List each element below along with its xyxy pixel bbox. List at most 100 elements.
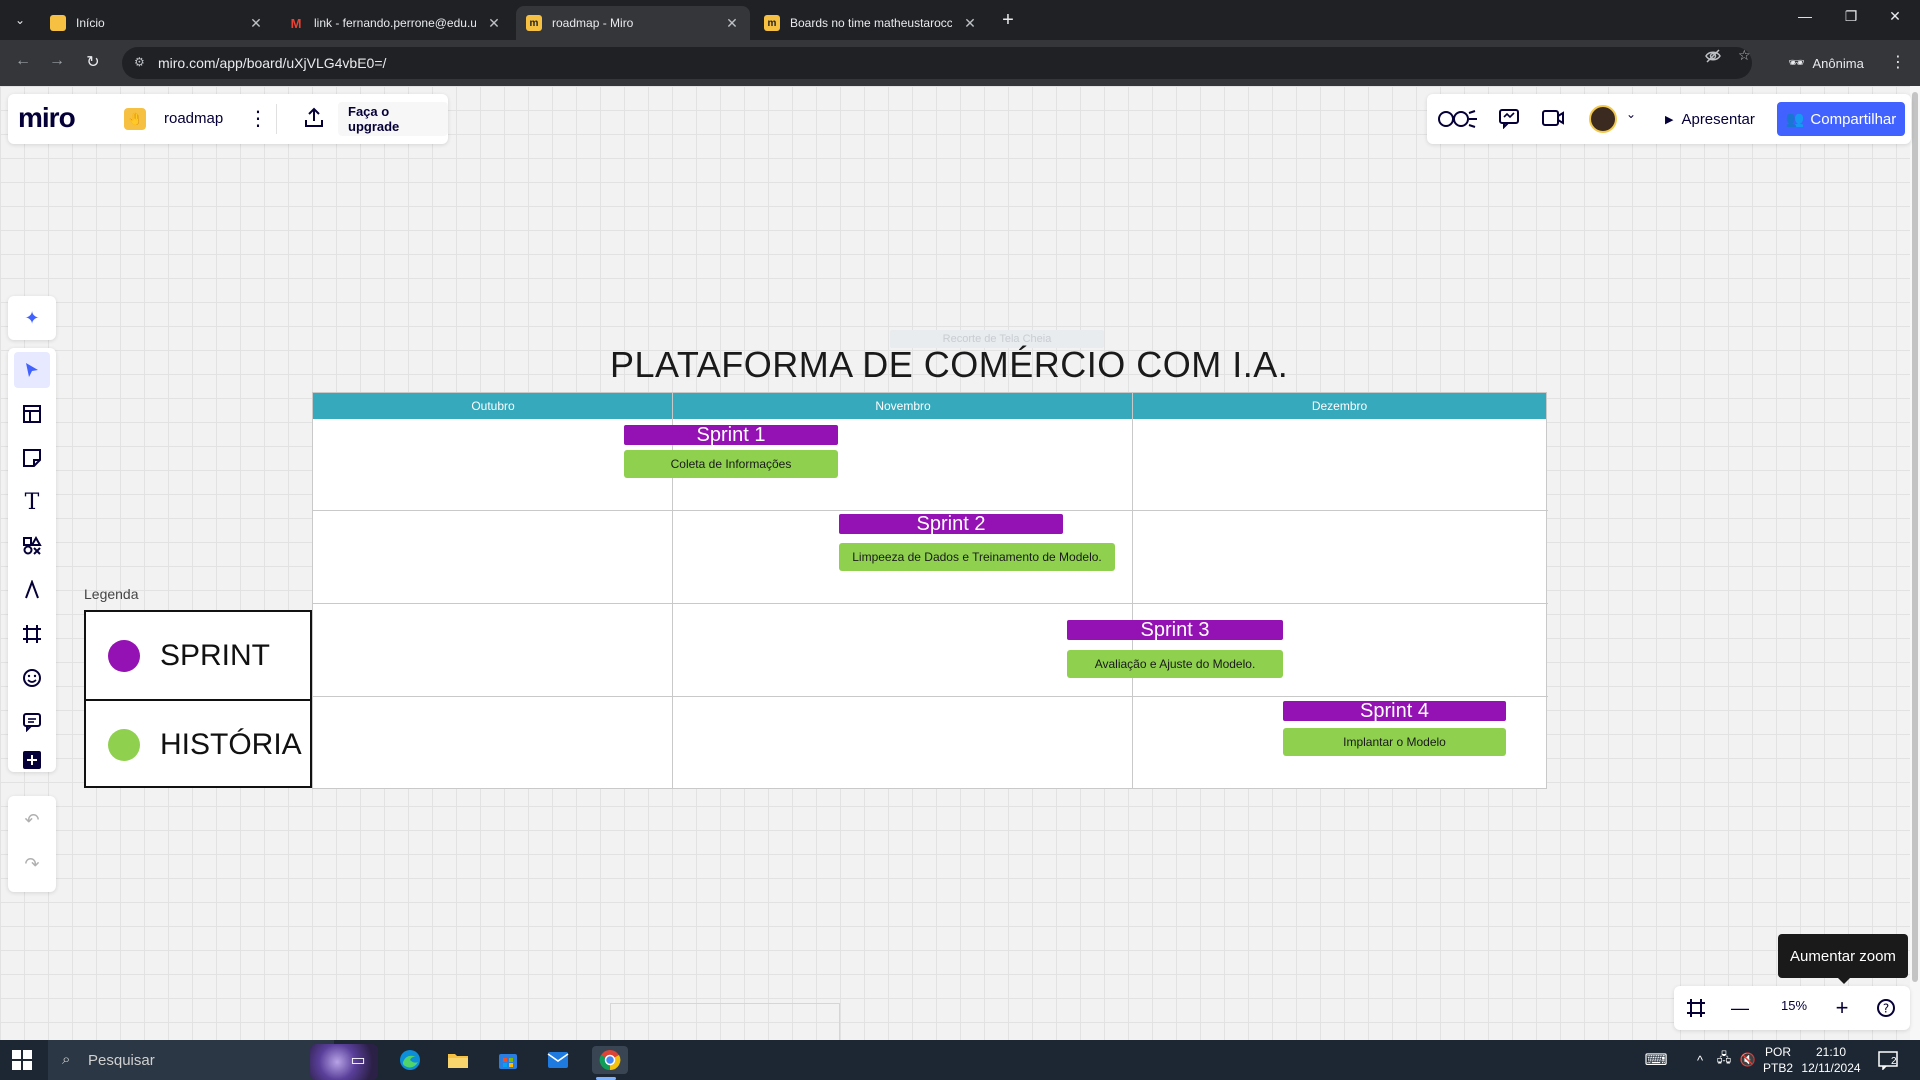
edge-icon[interactable]	[396, 1046, 424, 1074]
system-clock[interactable]: 21:10 12/11/2024	[1800, 1044, 1862, 1076]
clock-date: 12/11/2024	[1801, 1061, 1861, 1075]
divider	[276, 104, 277, 134]
column-header-novembro[interactable]: Novembro	[673, 393, 1133, 419]
avatar[interactable]	[1589, 105, 1617, 133]
story-1-card[interactable]: Coleta de Informações	[624, 450, 838, 478]
board-title[interactable]: PLATAFORMA DE COMÉRCIO COM I.A.	[610, 344, 1288, 386]
zoom-in-icon[interactable]: +	[1828, 994, 1856, 1022]
scrollbar-thumb[interactable]	[1912, 92, 1918, 982]
shapes-icon[interactable]	[14, 528, 50, 564]
close-tab-icon[interactable]: ✕	[724, 15, 740, 32]
legend-title[interactable]: Legenda	[84, 586, 139, 602]
miro-favicon-icon	[50, 15, 66, 31]
pen-icon[interactable]	[14, 572, 50, 608]
select-cursor-icon[interactable]	[14, 352, 50, 388]
tab-roadmap-miro[interactable]: m roadmap - Miro ✕	[516, 6, 750, 40]
browser-menu-icon[interactable]: ⋮	[1890, 52, 1906, 72]
board-menu-icon[interactable]: ⋮	[248, 106, 268, 131]
zoom-out-icon[interactable]: —	[1726, 994, 1754, 1022]
restore-icon[interactable]: ❐	[1836, 8, 1866, 25]
users-icon: 👥	[1785, 111, 1805, 128]
eye-off-icon[interactable]	[1704, 47, 1722, 68]
minimize-icon[interactable]: —	[1790, 8, 1820, 24]
column-header-outubro[interactable]: Outubro	[313, 393, 673, 419]
windows-start-icon[interactable]	[12, 1050, 32, 1070]
back-icon[interactable]: ←	[12, 52, 34, 74]
stickers-icon[interactable]	[14, 660, 50, 696]
miro-logo[interactable]: miro	[18, 102, 76, 134]
story-3-card[interactable]: Avaliação e Ajuste do Modelo.	[1067, 650, 1283, 678]
incognito-profile-button[interactable]: 🕶 Anônima	[1778, 47, 1874, 79]
zoom-in-tooltip: Aumentar zoom	[1778, 934, 1908, 984]
undo-icon[interactable]: ↶	[14, 802, 50, 838]
reactions-icon[interactable]	[1437, 107, 1479, 131]
canvas-scrollbar[interactable]	[1910, 86, 1920, 1040]
tab-gmail[interactable]: M link - fernando.perrone@edu.u ✕	[278, 6, 512, 40]
url-input[interactable]: ⚙ miro.com/app/board/uXjVLG4vbE0=/	[122, 47, 1752, 79]
file-explorer-icon[interactable]	[444, 1046, 472, 1074]
upgrade-button[interactable]: Faça o upgrade	[338, 102, 448, 136]
board-name[interactable]: roadmap	[164, 110, 223, 127]
zoom-controls: — 15% + ?	[1674, 986, 1910, 1030]
notifications-icon[interactable]: 2	[1878, 1050, 1900, 1071]
row-divider	[313, 696, 1548, 697]
reload-icon[interactable]: ↻	[82, 52, 104, 74]
frame-icon[interactable]	[14, 616, 50, 652]
ai-sparkle-icon[interactable]: ✦	[14, 300, 50, 336]
story-color-dot	[108, 728, 140, 761]
board-icon[interactable]: 🤚	[124, 108, 146, 130]
close-tab-icon[interactable]: ✕	[962, 15, 978, 32]
bookmark-star-icon[interactable]: ☆	[1738, 47, 1751, 64]
chrome-icon[interactable]	[592, 1046, 628, 1074]
taskbar-search-input[interactable]: ⌕ Pesquisar	[48, 1040, 378, 1080]
more-apps-icon[interactable]	[14, 748, 50, 772]
video-call-icon[interactable]	[1541, 107, 1565, 131]
templates-icon[interactable]	[14, 396, 50, 432]
language-code: POR	[1764, 1045, 1791, 1059]
comments-icon[interactable]	[1497, 107, 1521, 131]
miro-favicon-icon: m	[764, 15, 780, 31]
keyboard-icon[interactable]: ⌨	[1642, 1046, 1670, 1074]
share-button[interactable]: 👥 Compartilhar	[1777, 102, 1905, 136]
row-divider	[313, 603, 1548, 604]
tab-title: link - fernando.perrone@edu.u	[314, 16, 476, 30]
forward-icon[interactable]: →	[46, 52, 68, 74]
store-icon[interactable]	[494, 1046, 522, 1074]
close-tab-icon[interactable]: ✕	[486, 15, 502, 32]
sprint-1-card[interactable]: Sprint 1	[624, 425, 838, 445]
sticky-note-icon[interactable]	[14, 440, 50, 476]
fit-to-screen-icon[interactable]	[1682, 994, 1710, 1022]
mail-icon[interactable]	[544, 1046, 572, 1074]
comment-icon[interactable]	[14, 704, 50, 740]
tab-inicio[interactable]: Início ✕	[40, 6, 274, 40]
sprint-2-card[interactable]: Sprint 2	[839, 514, 1063, 534]
present-button[interactable]: ▶ Apresentar	[1657, 103, 1763, 135]
offscreen-frame[interactable]	[610, 1003, 840, 1040]
legend-label: SPRINT	[160, 638, 271, 672]
close-window-icon[interactable]: ✕	[1880, 8, 1910, 25]
chevron-down-icon[interactable]: ⌄	[1619, 107, 1643, 131]
sprint-4-card[interactable]: Sprint 4	[1283, 701, 1506, 721]
notification-count: 2	[1891, 1056, 1897, 1067]
tab-search-dropdown-icon[interactable]: ⌄	[8, 8, 32, 32]
task-view-icon[interactable]: ▭	[344, 1046, 372, 1074]
export-icon[interactable]	[302, 106, 326, 130]
zoom-level[interactable]: 15%	[1774, 998, 1814, 1013]
story-4-card[interactable]: Implantar o Modelo	[1283, 728, 1506, 756]
close-tab-icon[interactable]: ✕	[248, 15, 264, 32]
language-indicator[interactable]: POR PTB2	[1756, 1044, 1800, 1076]
legend-item-historia: HISTÓRIA	[86, 701, 310, 788]
redo-icon[interactable]: ↷	[14, 846, 50, 882]
help-icon[interactable]: ?	[1872, 994, 1900, 1022]
text-icon[interactable]: T	[14, 484, 50, 520]
legend-table[interactable]: SPRINT HISTÓRIA	[84, 610, 312, 788]
story-2-card[interactable]: Limpeeza de Dados e Treinamento de Model…	[839, 543, 1115, 571]
browser-tab-bar: ⌄ Início ✕ M link - fernando.perrone@edu…	[0, 0, 1920, 40]
new-tab-icon[interactable]: +	[996, 8, 1020, 32]
tab-boards-time[interactable]: m Boards no time matheustarocc ✕	[754, 6, 988, 40]
column-header-dezembro[interactable]: Dezembro	[1133, 393, 1546, 419]
sprint-color-dot	[108, 639, 140, 672]
site-info-icon[interactable]: ⚙	[134, 55, 150, 71]
sprint-3-card[interactable]: Sprint 3	[1067, 620, 1283, 640]
tab-title: Início	[76, 16, 105, 30]
